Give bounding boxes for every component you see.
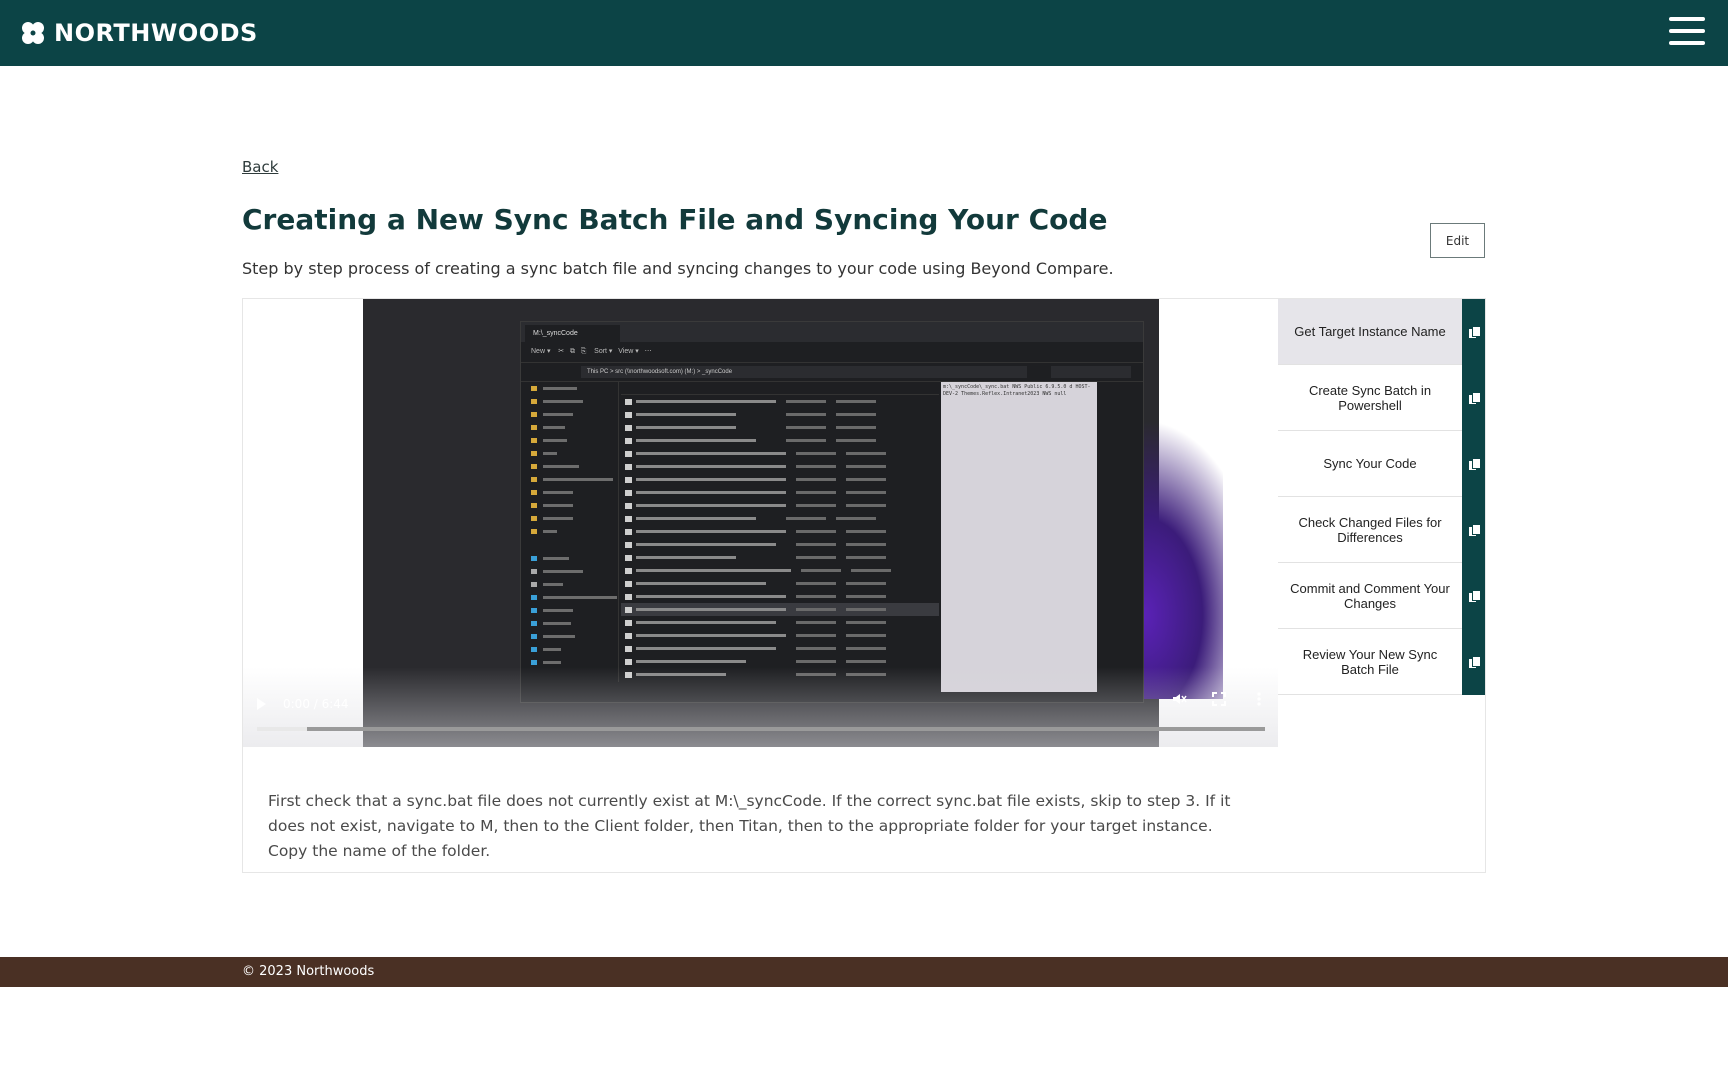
explorer-address: This PC > src (\\northwoodsoft.com) (M:)… [581,366,1027,378]
step-description: First check that a sync.bat file does no… [268,791,1231,860]
brand-name: NORTHWOODS [54,19,258,47]
step-item[interactable]: Sync Your Code [1278,431,1485,497]
explorer-tab: M:\_syncCode [525,325,620,342]
step-label: Commit and Comment Your Changes [1290,580,1450,611]
copy-step-button[interactable] [1462,299,1485,365]
page-subtitle: Step by step process of creating a sync … [242,259,1114,278]
page-title: Creating a New Sync Batch File and Synci… [242,203,1108,236]
step-label: Sync Your Code [1323,456,1417,471]
play-icon[interactable] [257,698,266,710]
video-progress-bar[interactable] [257,727,1265,731]
copy-step-button[interactable] [1462,431,1485,497]
step-label: Get Target Instance Name [1294,324,1446,339]
step-item[interactable]: Get Target Instance Name [1278,299,1485,365]
brand-logo[interactable]: NORTHWOODS [20,16,258,50]
copy-icon [1469,590,1480,602]
mute-icon[interactable] [1169,691,1189,711]
copy-icon [1469,392,1480,404]
hamburger-menu-icon[interactable] [1669,17,1705,49]
step-item[interactable]: Commit and Comment Your Changes [1278,563,1485,629]
flower-icon [22,22,44,44]
step-label: Create Sync Batch in Powershell [1308,382,1432,413]
footer: © 2023 Northwoods [0,957,1728,987]
copy-step-button[interactable] [1462,365,1485,431]
footer-copyright: © 2023 Northwoods [242,964,375,979]
video-player[interactable]: M:\_syncCode New ▾ ✂ ⧉ ⎘ Sort ▾ View ▾ ⋯… [243,299,1278,747]
edit-button[interactable]: Edit [1430,223,1485,258]
video-screenshot-explorer: M:\_syncCode New ▾ ✂ ⧉ ⎘ Sort ▾ View ▾ ⋯… [520,321,1144,703]
step-label: Review Your New Sync Batch File [1302,646,1438,677]
step-item[interactable]: Review Your New Sync Batch File [1278,629,1485,695]
copy-icon [1469,524,1480,536]
video-controls-bar [243,667,1278,747]
copy-icon [1469,458,1480,470]
back-link[interactable]: Back [242,158,278,176]
step-label: Check Changed Files for Differences [1298,514,1442,545]
copy-icon [1469,656,1480,668]
copy-step-button[interactable] [1462,497,1485,563]
steps-list: Get Target Instance Name Create Sync Bat… [1278,299,1485,697]
step-item[interactable]: Create Sync Batch in Powershell [1278,365,1485,431]
step-item[interactable]: Check Changed Files for Differences [1278,497,1485,563]
video-progress-fill [257,727,308,731]
copy-step-button[interactable] [1462,629,1485,695]
explorer-file-list [621,382,939,682]
video-preview-pane: m:\_syncCode\_sync.bat NWS Public 6.9.5.… [941,382,1097,692]
copy-icon [1469,326,1480,338]
video-time: 0:00 / 6:44 [283,697,349,711]
explorer-nav-pane [521,382,619,682]
more-options-icon[interactable] [1249,691,1269,711]
top-bar: NORTHWOODS [0,0,1728,66]
fullscreen-icon[interactable] [1209,691,1229,711]
copy-step-button[interactable] [1462,563,1485,629]
